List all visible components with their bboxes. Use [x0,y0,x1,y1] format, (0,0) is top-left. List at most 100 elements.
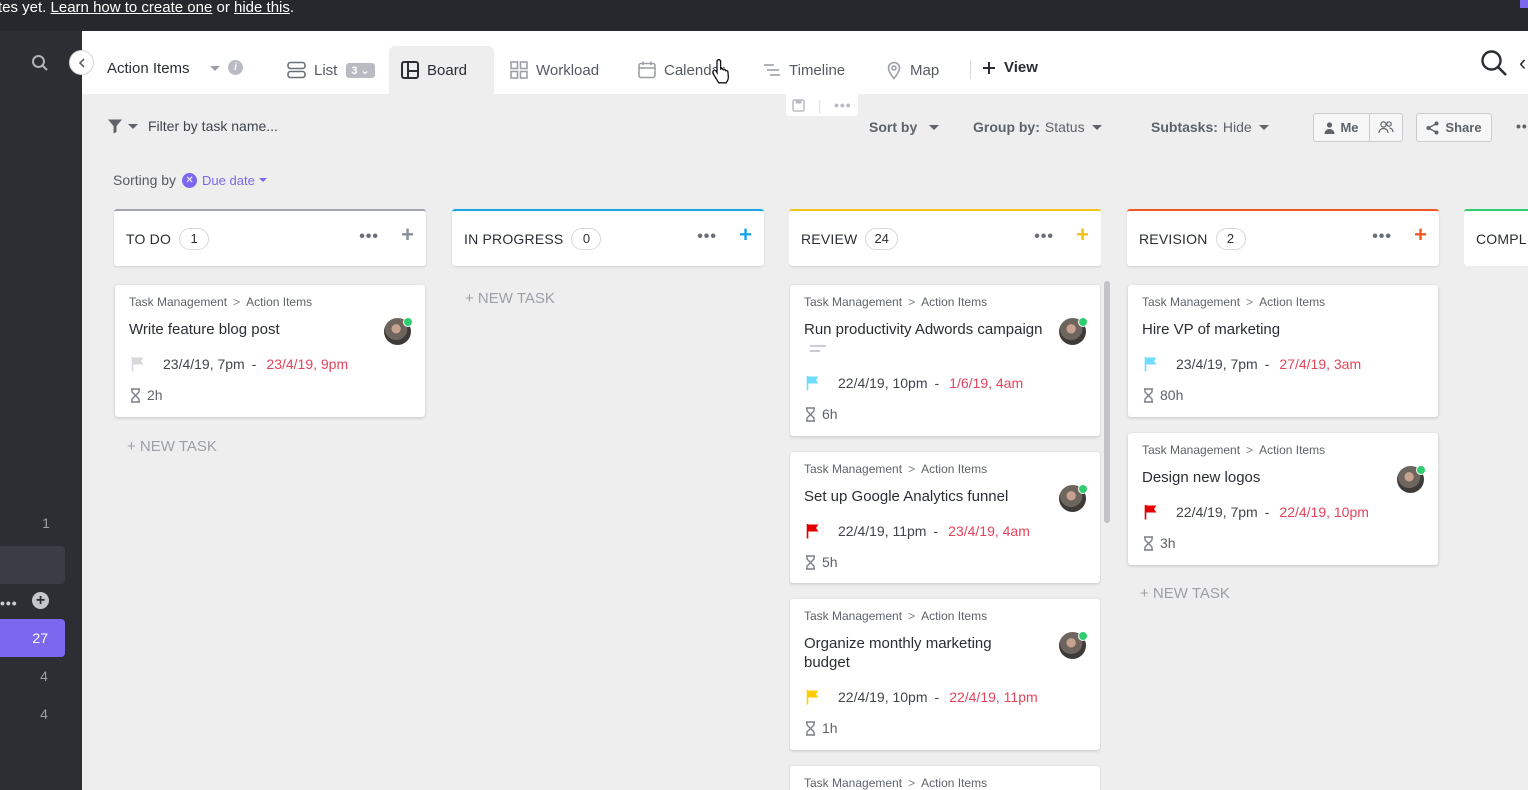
crumb-list: Action Items [1259,443,1326,457]
clear-sort-icon[interactable]: ✕ [182,172,198,188]
avatar[interactable] [1397,465,1426,493]
add-view-button[interactable]: View [982,59,1038,76]
task-card[interactable]: Task Management > Action Items Run product… [790,285,1100,436]
task-dates[interactable]: 23/4/19, 7pm -23/4/19, 9pm [129,356,348,372]
share-label: Share [1445,120,1482,135]
task-dates[interactable]: 22/4/19, 10pm -22/4/19, 11pm [804,689,1038,705]
task-filter[interactable]: Filter by task name... [107,118,278,134]
column-more-icon[interactable]: ••• [697,228,717,246]
column-scrollbar[interactable] [1104,281,1110,523]
avatar[interactable] [1059,484,1088,512]
task-breadcrumb[interactable]: Task Management > Action Items [804,295,987,309]
share-button[interactable]: Share [1416,113,1492,142]
avatar[interactable] [1059,631,1088,659]
tab-timeline[interactable]: Timeline [763,46,845,94]
list-title[interactable]: Action Items [107,60,190,77]
time-estimate[interactable]: 6h [805,406,838,422]
crumb-space: Task Management [1142,443,1241,457]
priority-flag-icon[interactable] [1142,356,1160,372]
task-breadcrumb[interactable]: Task Management > Action Items [129,295,312,309]
sort-chip[interactable]: ✕ Due date [182,172,267,188]
online-status-icon [403,317,413,327]
filter-dropdown-icon[interactable] [128,123,138,129]
users-icon [1378,121,1394,134]
sort-by-button[interactable]: Sort by [869,119,940,135]
task-title[interactable]: Organize monthly marketing budget [804,634,1034,672]
task-dates[interactable]: 22/4/19, 7pm -22/4/19, 10pm [1142,504,1369,520]
task-title[interactable]: Run productivity Adwords campaign [804,320,1044,358]
task-breadcrumb[interactable]: Task Management > Action Items [804,776,987,790]
task-card[interactable]: Task Management > Action Items [790,766,1100,790]
priority-flag-icon[interactable] [804,689,822,705]
sidebar-item[interactable] [0,546,65,584]
task-breadcrumb[interactable]: Task Management > Action Items [1142,443,1325,457]
add-task-icon[interactable]: + [401,224,414,246]
tab-list[interactable]: List 3 ⌄ [287,46,375,94]
time-estimate[interactable]: 80h [1143,387,1183,403]
save-icon[interactable] [792,98,806,112]
add-task-icon[interactable]: + [739,224,752,246]
task-card[interactable]: Task Management > Action Items Set up Goog… [790,452,1100,583]
group-by-button[interactable]: Group by: Status [973,119,1102,135]
new-task-button[interactable]: + NEW TASK [465,290,555,307]
task-card[interactable]: Task Management > Action Items Hire VP of … [1128,285,1438,417]
info-icon[interactable]: i [228,60,243,75]
task-card[interactable]: Task Management > Action Items Design new … [1128,433,1438,565]
task-breadcrumb[interactable]: Task Management > Action Items [804,462,987,476]
add-task-icon[interactable]: + [1414,224,1427,246]
task-card[interactable]: Task Management > Action Items Organize mo… [790,599,1100,750]
sidebar-add-icon[interactable]: + [32,592,49,609]
time-estimate[interactable]: 2h [130,387,163,403]
time-estimate[interactable]: 1h [805,720,838,736]
me-button[interactable]: Me [1314,114,1370,141]
search-icon[interactable] [31,54,49,72]
filter-icon[interactable] [107,118,123,134]
more-options-icon[interactable]: ••• [834,97,852,113]
search-icon[interactable] [1480,49,1508,77]
priority-flag-icon[interactable] [1142,504,1160,520]
task-title[interactable]: Set up Google Analytics funnel [804,487,1044,506]
time-estimate[interactable]: 3h [1143,535,1176,551]
task-dates[interactable]: 22/4/19, 10pm -1/6/19, 4am [804,375,1023,391]
avatar[interactable] [1059,317,1088,345]
task-title[interactable]: Hire VP of marketing [1142,320,1382,339]
task-breadcrumb[interactable]: Task Management > Action Items [1142,295,1325,309]
task-card[interactable]: Task Management > Action Items Write featu… [115,285,425,417]
tab-map[interactable]: Map [886,46,939,94]
learn-create-link[interactable]: Learn how to create one [51,0,213,16]
crumb-list: Action Items [921,462,988,476]
collapse-sidebar-button[interactable] [69,50,94,75]
column-more-icon[interactable]: ••• [1034,228,1054,246]
filter-input[interactable]: Filter by task name... [148,118,278,134]
task-dates[interactable]: 23/4/19, 7pm -27/4/19, 3am [1142,356,1361,372]
time-estimate[interactable]: 5h [805,554,838,570]
task-title[interactable]: Write feature blog post [129,320,369,339]
task-dates[interactable]: 22/4/19, 11pm -23/4/19, 4am [804,523,1030,539]
priority-flag-icon[interactable] [804,523,822,539]
hide-banner-link[interactable]: hide this [234,0,290,16]
priority-flag-icon[interactable] [804,375,822,391]
tab-board[interactable]: Board [389,46,494,94]
subtasks-button[interactable]: Subtasks: Hide [1151,119,1269,135]
task-title[interactable]: Design new logos [1142,468,1382,487]
crumb-list: Action Items [1259,295,1326,309]
board-icon [401,61,419,79]
avatar[interactable] [384,317,413,345]
assignees-button[interactable] [1370,114,1402,141]
sidebar-item-active[interactable]: 27 [0,619,65,657]
column-header: TO DO 1 ••• + [114,209,426,266]
tab-workload[interactable]: Workload [510,46,599,94]
toolbar-more-icon[interactable]: •• [1516,118,1528,134]
header-overflow-icon[interactable]: ‹ [1519,50,1526,76]
column-more-icon[interactable]: ••• [359,228,379,246]
new-task-button[interactable]: + NEW TASK [127,438,217,455]
priority-flag-icon[interactable] [129,356,147,372]
title-dropdown-icon[interactable] [210,66,220,71]
task-breadcrumb[interactable]: Task Management > Action Items [804,609,987,623]
column-more-icon[interactable]: ••• [1372,228,1392,246]
new-task-button[interactable]: + NEW TASK [1140,585,1230,602]
add-task-icon[interactable]: + [1076,224,1089,246]
sidebar-more-icon[interactable]: ••• [0,595,18,611]
banner-close-icon[interactable] [1520,0,1528,8]
sidebar-count-4b: 4 [40,706,48,722]
